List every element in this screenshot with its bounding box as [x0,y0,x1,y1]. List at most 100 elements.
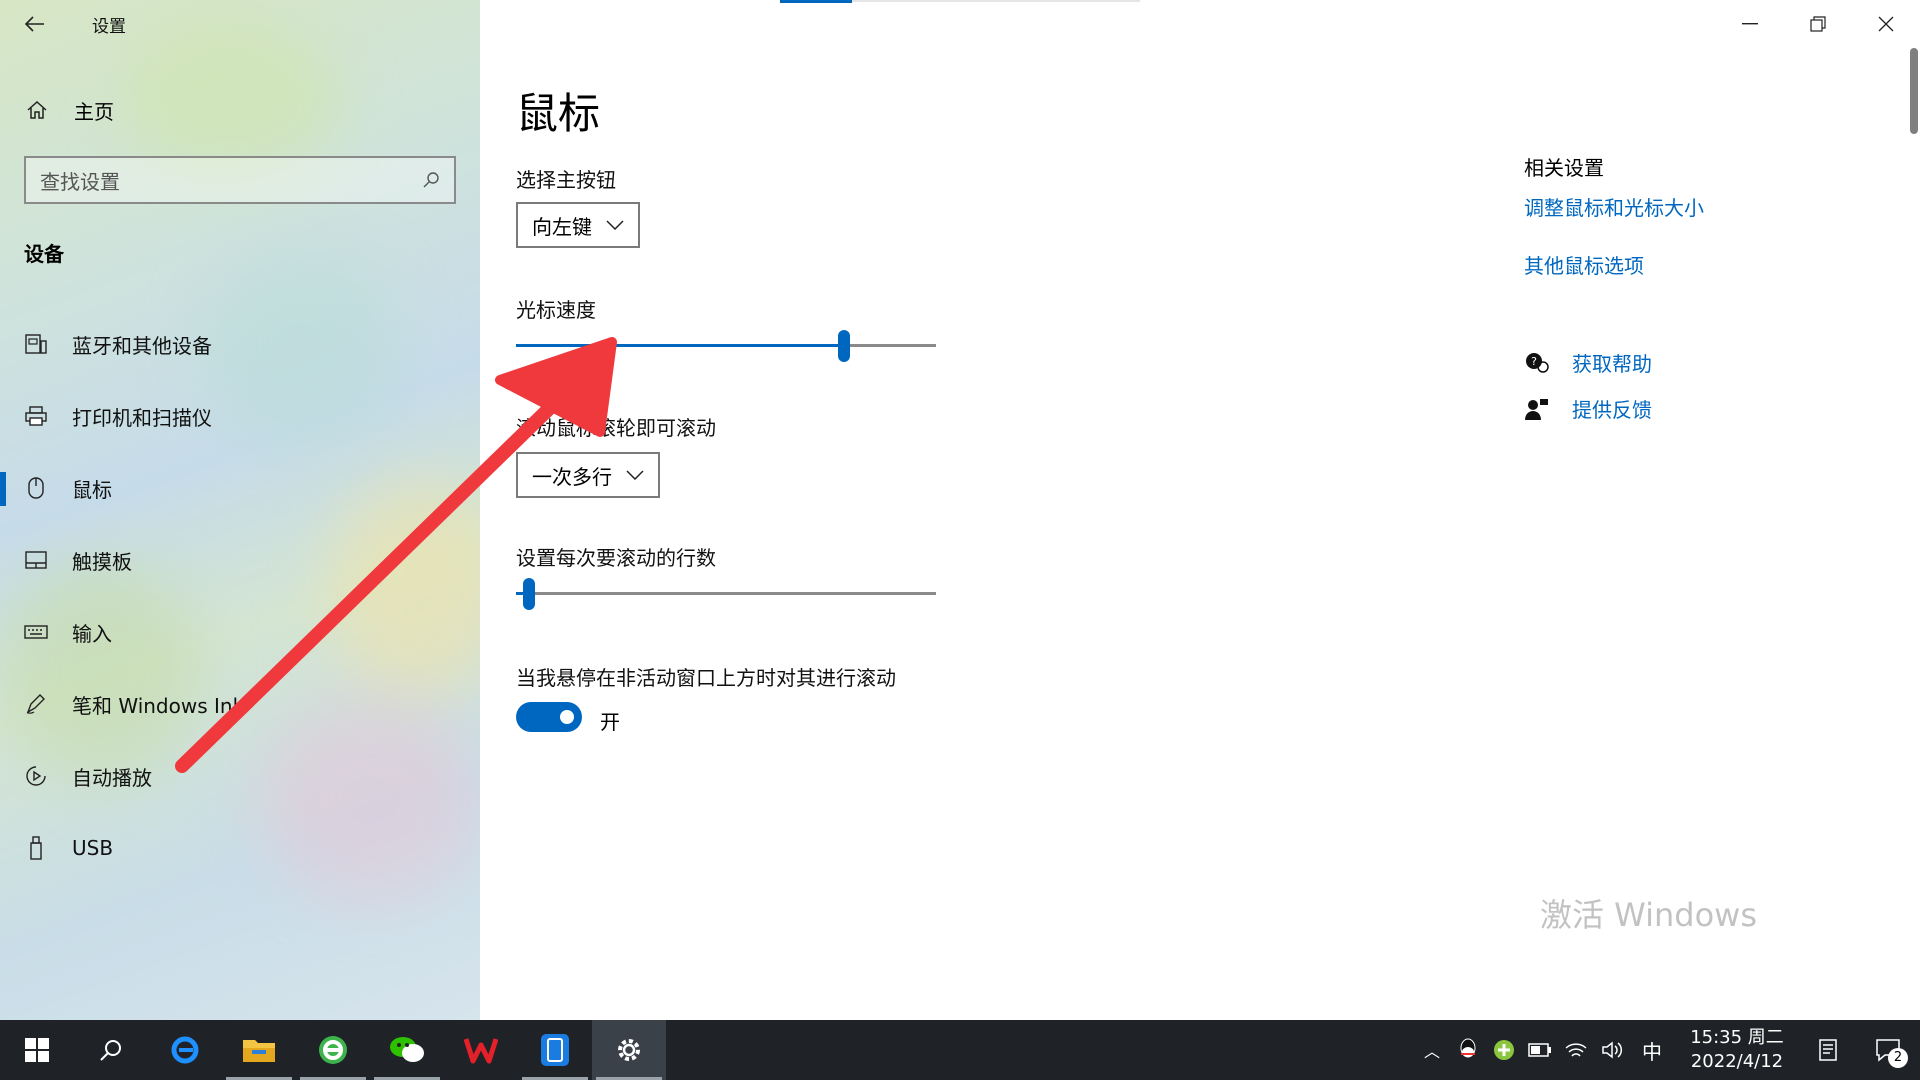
close-button[interactable] [1852,0,1920,48]
wps-icon [464,1038,498,1064]
primary-button-select[interactable]: 向左键 [516,202,640,248]
get-help-link[interactable]: ? 获取帮助 [1524,348,1652,377]
svg-text:?: ? [1531,355,1537,368]
sidebar-item-label: 蓝牙和其他设备 [72,333,212,358]
battery-icon [1528,1043,1551,1057]
pen-icon [0,692,72,716]
tray-notes[interactable] [1800,1020,1856,1080]
close-icon [1878,16,1894,32]
wechat-icon [390,1037,424,1062]
scroll-lines-slider[interactable] [516,578,936,610]
bluetooth-devices-icon [0,333,72,355]
gear-icon [618,1039,640,1061]
printer-icon [0,405,72,427]
tray-volume[interactable] [1594,1020,1630,1080]
sidebar-item-label: 打印机和扫描仪 [72,405,212,430]
slider-thumb[interactable] [522,578,535,610]
notepad-icon [1819,1039,1837,1061]
qq-icon [1460,1038,1476,1058]
green-plus-icon [1494,1040,1514,1060]
activation-watermark: 激活 Windows [1540,896,1758,934]
restore-icon [1810,16,1826,32]
phone-app-icon [541,1034,569,1066]
feedback-link[interactable]: 提供反馈 [1524,394,1652,423]
taskbar-browser[interactable] [296,1020,370,1080]
taskbar-wps[interactable] [444,1020,518,1080]
scroll-mode-select[interactable]: 一次多行 [516,452,660,498]
speaker-icon [1602,1041,1623,1059]
link-cursor-size[interactable]: 调整鼠标和光标大小 [1524,192,1704,221]
sidebar-home-label: 主页 [74,99,114,124]
chevron-down-icon [606,220,624,230]
scroll-mode-value: 一次多行 [532,464,612,489]
chevron-down-icon [626,470,644,480]
sidebar-nav: 蓝牙和其他设备 打印机和扫描仪 鼠标 触摸板 输入 笔和 Windows Ink… [0,308,480,884]
slider-fill [516,344,844,347]
sidebar-item-bluetooth[interactable]: 蓝牙和其他设备 [0,308,480,380]
section-title: 设备 [24,242,64,266]
search-input[interactable]: 查找设置 [24,156,456,204]
sidebar-item-printers[interactable]: 打印机和扫描仪 [0,380,480,452]
system-tray: ︿ 中 15:35 周二 2022/4/12 2 [1414,1020,1920,1080]
sidebar-item-mouse[interactable]: 鼠标 [0,452,480,524]
toggle-state-label: 开 [600,710,620,734]
sidebar-item-label: USB [72,836,114,860]
sidebar-item-touchpad[interactable]: 触摸板 [0,524,480,596]
tray-overflow-button[interactable]: ︿ [1414,1020,1450,1080]
taskbar-wechat[interactable] [370,1020,444,1080]
toggle-knob [560,710,574,724]
tray-qq[interactable] [1450,1020,1486,1080]
sidebar-item-label: 鼠标 [72,477,112,502]
sidebar-item-pen[interactable]: 笔和 Windows Ink [0,668,480,740]
autoplay-icon [0,764,72,788]
sidebar-item-label: 输入 [72,621,112,646]
tray-app-green[interactable] [1486,1020,1522,1080]
main-content: 鼠标 选择主按钮 向左键 光标速度 滚动鼠标滚轮即可滚动 一次多行 设置每次要滚… [480,0,1920,1020]
keyboard-icon [0,624,72,640]
inactive-scroll-toggle[interactable] [516,702,582,732]
folder-icon [243,1040,275,1062]
taskbar-file-explorer[interactable] [222,1020,296,1080]
sidebar-item-autoplay[interactable]: 自动播放 [0,740,480,812]
slider-thumb[interactable] [837,330,850,362]
chevron-up-icon: ︿ [1423,1042,1440,1061]
minimize-button[interactable] [1716,0,1784,48]
scrollbar[interactable] [1910,48,1918,134]
taskbar-settings[interactable] [592,1020,666,1080]
sidebar-item-typing[interactable]: 输入 [0,596,480,668]
scroll-mode-label: 滚动鼠标滚轮即可滚动 [516,416,716,440]
help-chat-icon: ? [1526,352,1549,373]
internet-explorer-icon [171,1036,199,1064]
sidebar-item-label: 自动播放 [72,765,152,790]
sidebar-item-label: 触摸板 [72,549,132,574]
page-title: 鼠标 [516,89,601,138]
minimize-icon [1742,23,1758,25]
sidebar-item-usb[interactable]: USB [0,812,480,884]
home-icon [0,99,74,121]
usb-icon [0,835,72,861]
title-bar: 设置 [0,0,480,48]
tray-battery[interactable] [1522,1020,1558,1080]
sidebar-item-label: 笔和 Windows Ink [72,693,245,718]
start-button[interactable] [0,1020,74,1080]
action-center-button[interactable]: 2 [1856,1020,1920,1080]
search-placeholder: 查找设置 [40,169,120,194]
link-other-mouse-options[interactable]: 其他鼠标选项 [1524,250,1644,279]
taskbar-ie[interactable] [148,1020,222,1080]
taskbar-phone-app[interactable] [518,1020,592,1080]
tray-network[interactable] [1558,1020,1594,1080]
restore-button[interactable] [1784,0,1852,48]
sidebar-home[interactable]: 主页 [0,90,480,130]
back-button[interactable] [0,0,70,48]
search-icon [423,172,439,188]
search-icon [100,1040,121,1061]
primary-button-label: 选择主按钮 [516,168,616,192]
clock[interactable]: 15:35 周二 2022/4/12 [1674,1026,1800,1074]
mouse-icon [0,476,72,500]
taskbar-search-button[interactable] [74,1020,148,1080]
ime-indicator[interactable]: 中 [1630,1020,1674,1080]
cursor-speed-slider[interactable] [516,330,936,362]
feedback-icon [1525,398,1548,420]
window-controls [1716,0,1920,48]
primary-button-value: 向左键 [532,214,592,239]
